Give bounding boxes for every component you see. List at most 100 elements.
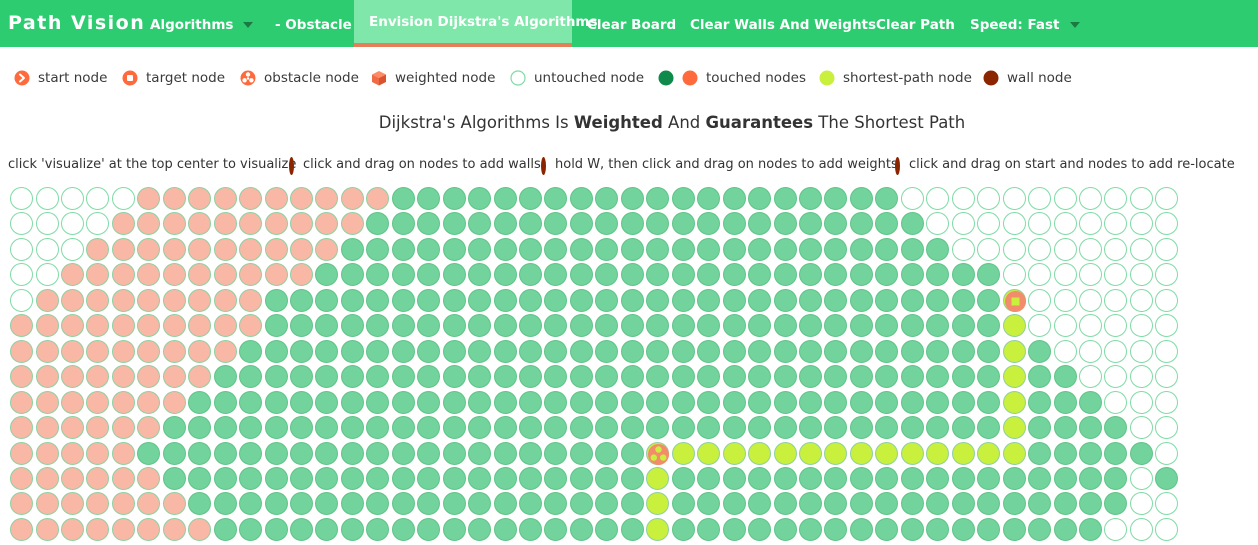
grid-node-visited[interactable] [977, 288, 1001, 312]
grid-node-visited[interactable] [671, 212, 695, 236]
grid-node-visited[interactable] [10, 517, 33, 541]
grid-node-visited[interactable] [239, 288, 262, 312]
grid-node-visited[interactable] [264, 390, 288, 414]
grid-node-visited[interactable] [646, 339, 670, 363]
grid-node-visited[interactable] [875, 492, 899, 516]
grid-node-visited[interactable] [137, 466, 161, 490]
grid-node-visited[interactable] [569, 237, 593, 261]
grid-node-visited[interactable] [773, 212, 797, 236]
grid-node-shortest-path[interactable] [875, 441, 899, 465]
grid-node-visited[interactable] [722, 492, 746, 516]
grid-node-visited[interactable] [213, 416, 237, 439]
grid-node-visited[interactable] [264, 263, 288, 287]
grid-node-visited[interactable] [849, 237, 873, 261]
grid-node-visited[interactable] [315, 466, 339, 490]
grid-node-visited[interactable] [442, 314, 466, 338]
grid-node-visited[interactable] [442, 187, 466, 210]
grid-node-visited[interactable] [442, 416, 466, 439]
grid-node-visited[interactable] [493, 492, 517, 516]
grid-node-visited[interactable] [188, 390, 212, 414]
grid-node-visited[interactable] [875, 314, 899, 338]
grid-node-visited[interactable] [289, 365, 313, 389]
grid-node-visited[interactable] [1053, 441, 1077, 465]
grid-node-visited[interactable] [111, 314, 135, 338]
grid-node-untouched[interactable] [977, 187, 1001, 210]
grid-node-visited[interactable] [569, 466, 593, 490]
grid-node-visited[interactable] [951, 466, 975, 490]
grid-node-untouched[interactable] [1104, 212, 1128, 236]
grid-node-visited[interactable] [239, 492, 262, 516]
grid-node-visited[interactable] [875, 416, 899, 439]
grid-node-visited[interactable] [977, 416, 1001, 439]
grid-node-visited[interactable] [748, 365, 771, 389]
grid-node-visited[interactable] [773, 492, 797, 516]
grid-node-visited[interactable] [340, 492, 364, 516]
grid-node-untouched[interactable] [1078, 212, 1102, 236]
grid-node-visited[interactable] [213, 339, 237, 363]
grid-node-visited[interactable] [569, 390, 593, 414]
grid-node-visited[interactable] [620, 517, 644, 541]
grid-node-visited[interactable] [340, 288, 364, 312]
grid-node-visited[interactable] [900, 390, 924, 414]
grid-node-visited[interactable] [951, 390, 975, 414]
grid-node-visited[interactable] [748, 237, 771, 261]
grid-node-shortest-path[interactable] [977, 441, 1001, 465]
grid-node-visited[interactable] [188, 237, 212, 261]
grid-node-untouched[interactable] [1155, 365, 1179, 389]
grid-node-visited[interactable] [697, 263, 721, 287]
grid-node-untouched[interactable] [1053, 187, 1077, 210]
grid-node-visited[interactable] [442, 390, 466, 414]
grid-node-visited[interactable] [620, 237, 644, 261]
grid-node-visited[interactable] [366, 416, 390, 439]
grid-node-visited[interactable] [188, 212, 212, 236]
grid-node-visited[interactable] [239, 441, 262, 465]
grid-node-visited[interactable] [264, 492, 288, 516]
grid-node-visited[interactable] [213, 441, 237, 465]
target-node[interactable] [1002, 288, 1026, 312]
grid-node-visited[interactable] [86, 237, 110, 261]
grid-node-visited[interactable] [595, 339, 619, 363]
grid-node-visited[interactable] [340, 187, 364, 210]
grid-node-visited[interactable] [773, 237, 797, 261]
grid-node-visited[interactable] [213, 517, 237, 541]
grid-node-shortest-path[interactable] [1002, 390, 1026, 414]
grid-node-visited[interactable] [239, 517, 262, 541]
grid-node-visited[interactable] [671, 314, 695, 338]
grid-node-visited[interactable] [671, 416, 695, 439]
grid-node-visited[interactable] [900, 212, 924, 236]
grid-node-visited[interactable] [162, 492, 186, 516]
grid-node-untouched[interactable] [1104, 263, 1128, 287]
grid-node-visited[interactable] [111, 492, 135, 516]
grid-node-visited[interactable] [875, 365, 899, 389]
grid-node-visited[interactable] [620, 492, 644, 516]
grid-node-visited[interactable] [35, 517, 59, 541]
grid-node-visited[interactable] [722, 288, 746, 312]
grid-node-shortest-path[interactable] [1002, 365, 1026, 389]
grid-node-visited[interactable] [162, 237, 186, 261]
grid-node-visited[interactable] [620, 365, 644, 389]
grid-node-visited[interactable] [1078, 416, 1102, 439]
grid-node-visited[interactable] [1078, 390, 1102, 414]
grid-node-visited[interactable] [697, 237, 721, 261]
grid-node-visited[interactable] [1028, 416, 1051, 439]
grid-node-visited[interactable] [417, 416, 441, 439]
grid-node-visited[interactable] [239, 187, 262, 210]
grid-node-visited[interactable] [951, 365, 975, 389]
grid-node-visited[interactable] [544, 441, 568, 465]
grid-node-untouched[interactable] [1053, 314, 1077, 338]
grid-node-visited[interactable] [442, 492, 466, 516]
grid-node-visited[interactable] [391, 492, 415, 516]
grid-node-visited[interactable] [798, 187, 822, 210]
grid-node-visited[interactable] [1028, 390, 1051, 414]
grid-node-untouched[interactable] [1129, 263, 1153, 287]
grid-node-visited[interactable] [289, 212, 313, 236]
grid-node-visited[interactable] [519, 416, 542, 439]
grid-node-untouched[interactable] [1155, 288, 1179, 312]
grid-node-visited[interactable] [722, 390, 746, 414]
grid-node-visited[interactable] [391, 517, 415, 541]
grid-node-visited[interactable] [569, 288, 593, 312]
grid-node-untouched[interactable] [10, 288, 33, 312]
grid-node-visited[interactable] [340, 517, 364, 541]
grid-node-untouched[interactable] [1129, 466, 1153, 490]
grid-node-visited[interactable] [646, 314, 670, 338]
